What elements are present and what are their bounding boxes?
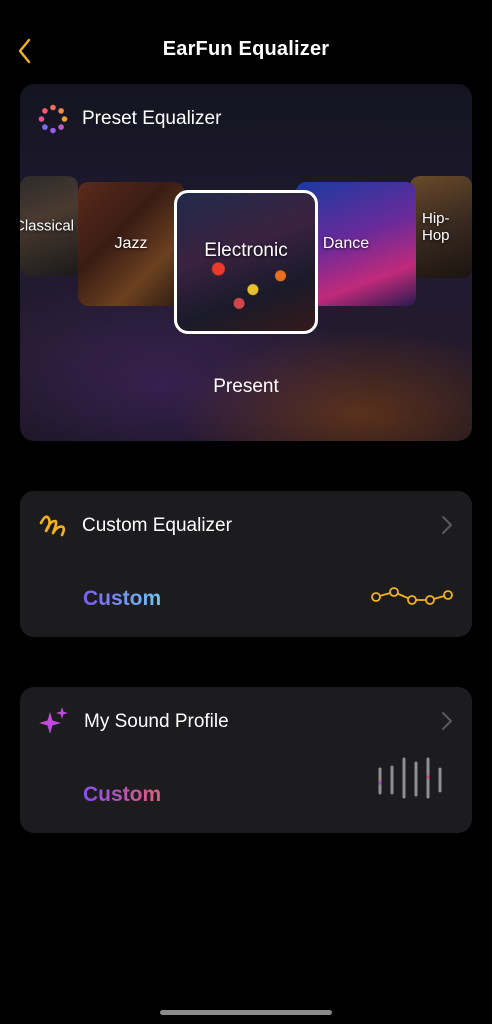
preset-tile-classical[interactable]: Classical: [20, 176, 78, 276]
preset-tile-hiphop[interactable]: Hip-Hop: [410, 176, 472, 278]
dots-ring-icon: [38, 104, 68, 134]
preset-equalizer-card: Preset Equalizer Classical Jazz Dance Hi…: [20, 84, 472, 441]
squiggle-icon: [39, 515, 66, 537]
preset-carousel[interactable]: Classical Jazz Dance Hip-Hop Electronic: [20, 174, 472, 344]
preset-tile-label: Classical: [20, 217, 74, 235]
custom-equalizer-value: Custom: [83, 587, 162, 610]
chevron-right-icon[interactable]: [440, 711, 454, 731]
preset-tile-label: Hip-Hop: [422, 210, 450, 244]
preset-tile-label: Jazz: [114, 235, 148, 252]
preset-tile-electronic-selected[interactable]: Electronic: [174, 190, 318, 334]
my-sound-profile-card[interactable]: My Sound Profile Custom: [20, 687, 472, 833]
custom-equalizer-header: Custom Equalizer: [38, 511, 232, 541]
preset-equalizer-title: Preset Equalizer: [82, 108, 222, 129]
preset-tile-jazz[interactable]: Jazz: [78, 182, 184, 306]
preset-equalizer-header: Preset Equalizer: [38, 104, 221, 134]
my-sound-profile-header: My Sound Profile: [38, 707, 229, 737]
custom-equalizer-title: Custom Equalizer: [82, 515, 232, 536]
preset-status-text: Present: [213, 376, 279, 397]
waveform-icon: [378, 757, 442, 799]
chevron-right-icon[interactable]: [440, 515, 454, 535]
my-sound-profile-title: My Sound Profile: [84, 711, 229, 732]
eq-curve-icon: [371, 587, 453, 605]
custom-equalizer-card[interactable]: Custom Equalizer Custom: [20, 491, 472, 637]
page-title: EarFun Equalizer: [162, 38, 330, 60]
my-sound-profile-value: Custom: [83, 783, 162, 806]
preset-tile-label: Electronic: [204, 239, 288, 261]
sparkles-icon: [39, 707, 68, 734]
home-indicator[interactable]: [160, 1010, 332, 1015]
